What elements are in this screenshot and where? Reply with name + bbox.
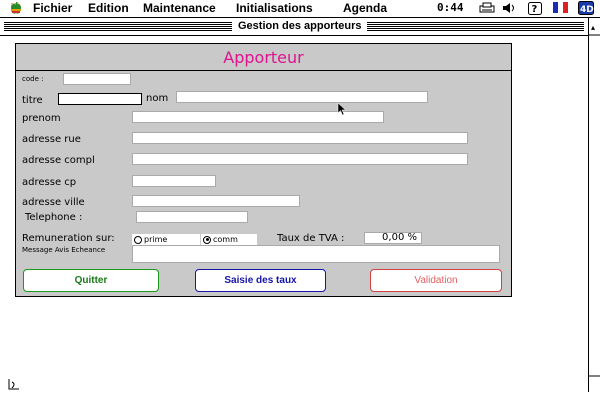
menu-bar:  Fichier Edition Maintenance Initialisa… [0,0,600,18]
menu-initialisations[interactable]: Initialisations [236,1,313,15]
menu-maintenance[interactable]: Maintenance [143,1,216,15]
mouse-cursor-icon [337,102,347,116]
input-titre[interactable] [58,93,142,105]
label-adresse-cp: adresse cp [22,177,77,188]
label-telephone: Telephone : [25,212,83,223]
form-header: Apporteur [15,43,512,71]
input-nom[interactable] [176,91,428,103]
input-adresse-cp[interactable] [132,175,216,187]
validation-button[interactable]: Validation [370,269,502,292]
window-title-bar[interactable]: Gestion des apporteurs [0,18,588,36]
form-panel: code : titre nom prenom adresse rue adre… [15,70,512,297]
scroll-up-arrow-icon: ▴ [591,23,595,32]
label-adresse-rue: adresse rue [22,134,81,145]
label-adresse-ville: adresse ville [22,197,85,208]
menubar-clock: 0:44 [437,1,464,14]
input-code[interactable] [63,73,131,85]
menu-edition[interactable]: Edition [88,1,129,15]
radio-unchecked-icon [134,235,142,244]
label-message-avis: Message Avis Echeance [22,246,106,254]
printer-icon[interactable] [479,2,495,14]
label-prenom: prenom [22,113,61,124]
input-telephone[interactable] [136,211,248,223]
label-code: code : [22,75,44,83]
input-adresse-ville[interactable] [132,195,300,207]
label-adresse-compl: adresse compl [22,155,95,166]
window-corner-icon [8,378,20,393]
input-taux-tva[interactable]: 0,00 % [364,232,422,244]
quitter-button[interactable]: Quitter [23,269,159,292]
radio-prime[interactable]: prime [132,234,200,245]
input-message-avis[interactable] [132,245,500,263]
input-adresse-rue[interactable] [132,132,468,144]
vertical-scrollbar[interactable]: ▴ [588,18,600,392]
menu-fichier[interactable]: Fichier [33,1,72,15]
svg-text:4D: 4D [580,5,594,15]
input-adresse-compl[interactable] [132,153,468,165]
saisie-des-taux-button[interactable]: Saisie des taux [195,269,326,292]
label-titre: titre [22,95,43,106]
french-flag-icon[interactable] [553,2,568,14]
sound-icon[interactable] [502,2,516,14]
menu-agenda[interactable]: Agenda [343,1,387,15]
svg-text:?: ? [532,4,538,15]
radio-comm[interactable]: comm [201,234,257,245]
window-title: Gestion des apporteurs [232,19,368,33]
label-remuneration: Remuneration sur: [22,233,115,244]
4d-app-icon[interactable]: 4D [578,1,594,15]
label-nom: nom [146,93,169,104]
help-icon[interactable]: ? [528,2,542,15]
form-title: Apporteur [223,48,304,67]
apple-icon-glyph [10,1,22,18]
radio-checked-icon [203,235,211,244]
label-taux-tva: Taux de TVA : [277,233,345,244]
